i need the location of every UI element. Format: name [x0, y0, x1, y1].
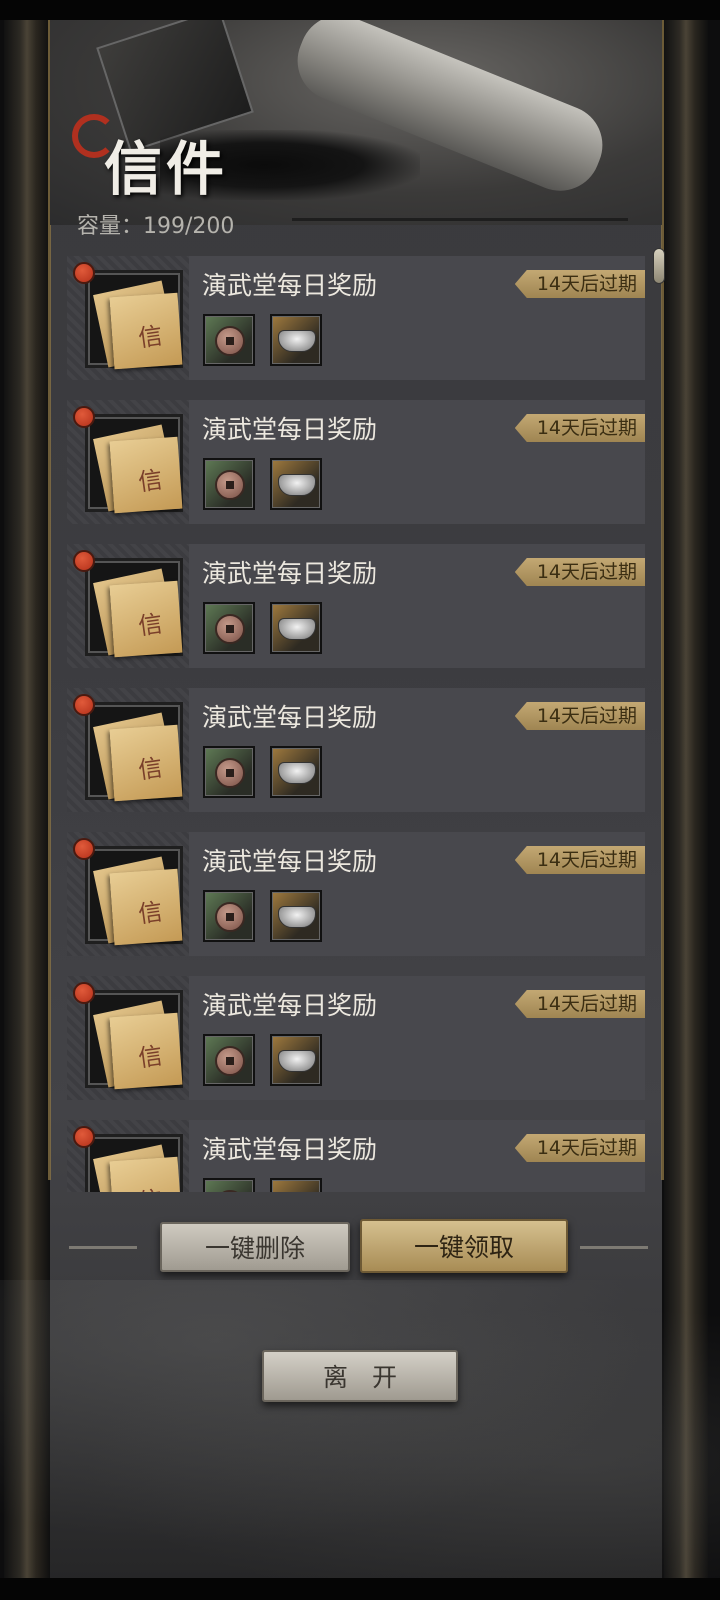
- expire-badge: 14天后过期: [514, 702, 645, 730]
- reward-coin[interactable]: [203, 1034, 255, 1086]
- letter-glyph: 信: [136, 1041, 165, 1073]
- reward-coin[interactable]: [203, 890, 255, 942]
- coin-icon: [215, 470, 245, 500]
- expire-badge: 14天后过期: [514, 1134, 645, 1162]
- letter-icon: 信: [85, 990, 183, 1090]
- expire-badge: 14天后过期: [514, 414, 645, 442]
- letter-glyph: 信: [136, 609, 165, 641]
- page-title: 信件: [104, 135, 229, 203]
- unread-dot-icon: [73, 262, 95, 284]
- mail-row[interactable]: 信 演武堂每日奖励 14天后过期: [67, 544, 645, 668]
- scrollbar-handle[interactable]: [653, 248, 665, 284]
- divider-left: [69, 1246, 137, 1249]
- letter-glyph: 信: [136, 753, 165, 785]
- coin-icon: [215, 902, 245, 932]
- unread-dot-icon: [73, 550, 95, 572]
- mail-title: 演武堂每日奖励: [202, 991, 378, 1020]
- mail-title: 演武堂每日奖励: [202, 847, 378, 876]
- reward-silver[interactable]: [270, 746, 322, 798]
- header-divider: [292, 218, 628, 221]
- expire-badge: 14天后过期: [514, 846, 645, 874]
- letter-icon: 信: [85, 1134, 183, 1192]
- mail-title: 演武堂每日奖励: [202, 559, 378, 588]
- claim-all-button[interactable]: 一键领取: [360, 1219, 568, 1273]
- silver-ingot-icon: [278, 618, 316, 640]
- reward-coin[interactable]: [203, 746, 255, 798]
- expire-badge: 14天后过期: [514, 558, 645, 586]
- status-bar: [0, 0, 720, 20]
- letter-icon: 信: [85, 702, 183, 802]
- navigation-bar: [0, 1578, 720, 1600]
- mail-row[interactable]: 信 演武堂每日奖励 14天后过期: [67, 256, 645, 380]
- coin-icon: [215, 326, 245, 356]
- reward-silver[interactable]: [270, 890, 322, 942]
- divider-right: [580, 1246, 648, 1249]
- mail-title: 演武堂每日奖励: [202, 1135, 378, 1164]
- unread-dot-icon: [73, 694, 95, 716]
- reward-silver[interactable]: [270, 314, 322, 366]
- capacity-indicator: 容量：199/200: [77, 208, 234, 240]
- mail-row[interactable]: 信 演武堂每日奖励 14天后过期: [67, 976, 645, 1100]
- silver-ingot-icon: [278, 762, 316, 784]
- leave-button[interactable]: 离开: [262, 1350, 458, 1402]
- mail-title: 演武堂每日奖励: [202, 703, 378, 732]
- letter-glyph: 信: [136, 897, 165, 929]
- coin-icon: [215, 1190, 245, 1192]
- mail-list[interactable]: 信演武堂每日奖励 14天后过期信演武堂每日奖励 14天后过期信演武堂每日奖励 14天后…: [67, 256, 645, 1192]
- mail-row[interactable]: 信演武堂每日奖励 14天后过期: [67, 1120, 645, 1192]
- reward-silver[interactable]: [270, 1178, 322, 1192]
- reward-silver[interactable]: [270, 458, 322, 510]
- mail-row[interactable]: 信 演武堂每日奖励 14天后过期: [67, 832, 645, 956]
- reward-silver[interactable]: [270, 1034, 322, 1086]
- unread-dot-icon: [73, 838, 95, 860]
- reward-coin[interactable]: [203, 458, 255, 510]
- delete-all-button[interactable]: 一键删除: [160, 1222, 350, 1272]
- silver-ingot-icon: [278, 906, 316, 928]
- mail-title: 演武堂每日奖励: [202, 271, 378, 300]
- silver-ingot-icon: [278, 1050, 316, 1072]
- letter-icon: 信: [85, 558, 183, 658]
- silver-ingot-icon: [278, 474, 316, 496]
- reward-silver[interactable]: [270, 602, 322, 654]
- capacity-label: 容量：: [77, 214, 144, 239]
- reward-coin[interactable]: [203, 1178, 255, 1192]
- mail-row[interactable]: 信 演武堂每日奖励 14天后过期: [67, 400, 645, 524]
- silver-ingot-icon: [278, 330, 316, 352]
- mist-background: [0, 1280, 720, 1580]
- letter-glyph: 信: [136, 321, 165, 353]
- mail-title: 演武堂每日奖励: [202, 415, 378, 444]
- mail-row[interactable]: 信 演武堂每日奖励 14天后过期: [67, 688, 645, 812]
- coin-icon: [215, 614, 245, 644]
- letter-glyph: 信: [136, 465, 165, 497]
- unread-dot-icon: [73, 1126, 95, 1148]
- letter-icon: 信: [85, 846, 183, 946]
- capacity-value: 199/200: [143, 214, 235, 239]
- unread-dot-icon: [73, 982, 95, 1004]
- letter-icon: 信: [85, 414, 183, 514]
- expire-badge: 14天后过期: [514, 990, 645, 1018]
- letter-icon: 信: [85, 270, 183, 370]
- reward-coin[interactable]: [203, 314, 255, 366]
- coin-icon: [215, 758, 245, 788]
- unread-dot-icon: [73, 406, 95, 428]
- coin-icon: [215, 1046, 245, 1076]
- expire-badge: 14天后过期: [514, 270, 645, 298]
- reward-coin[interactable]: [203, 602, 255, 654]
